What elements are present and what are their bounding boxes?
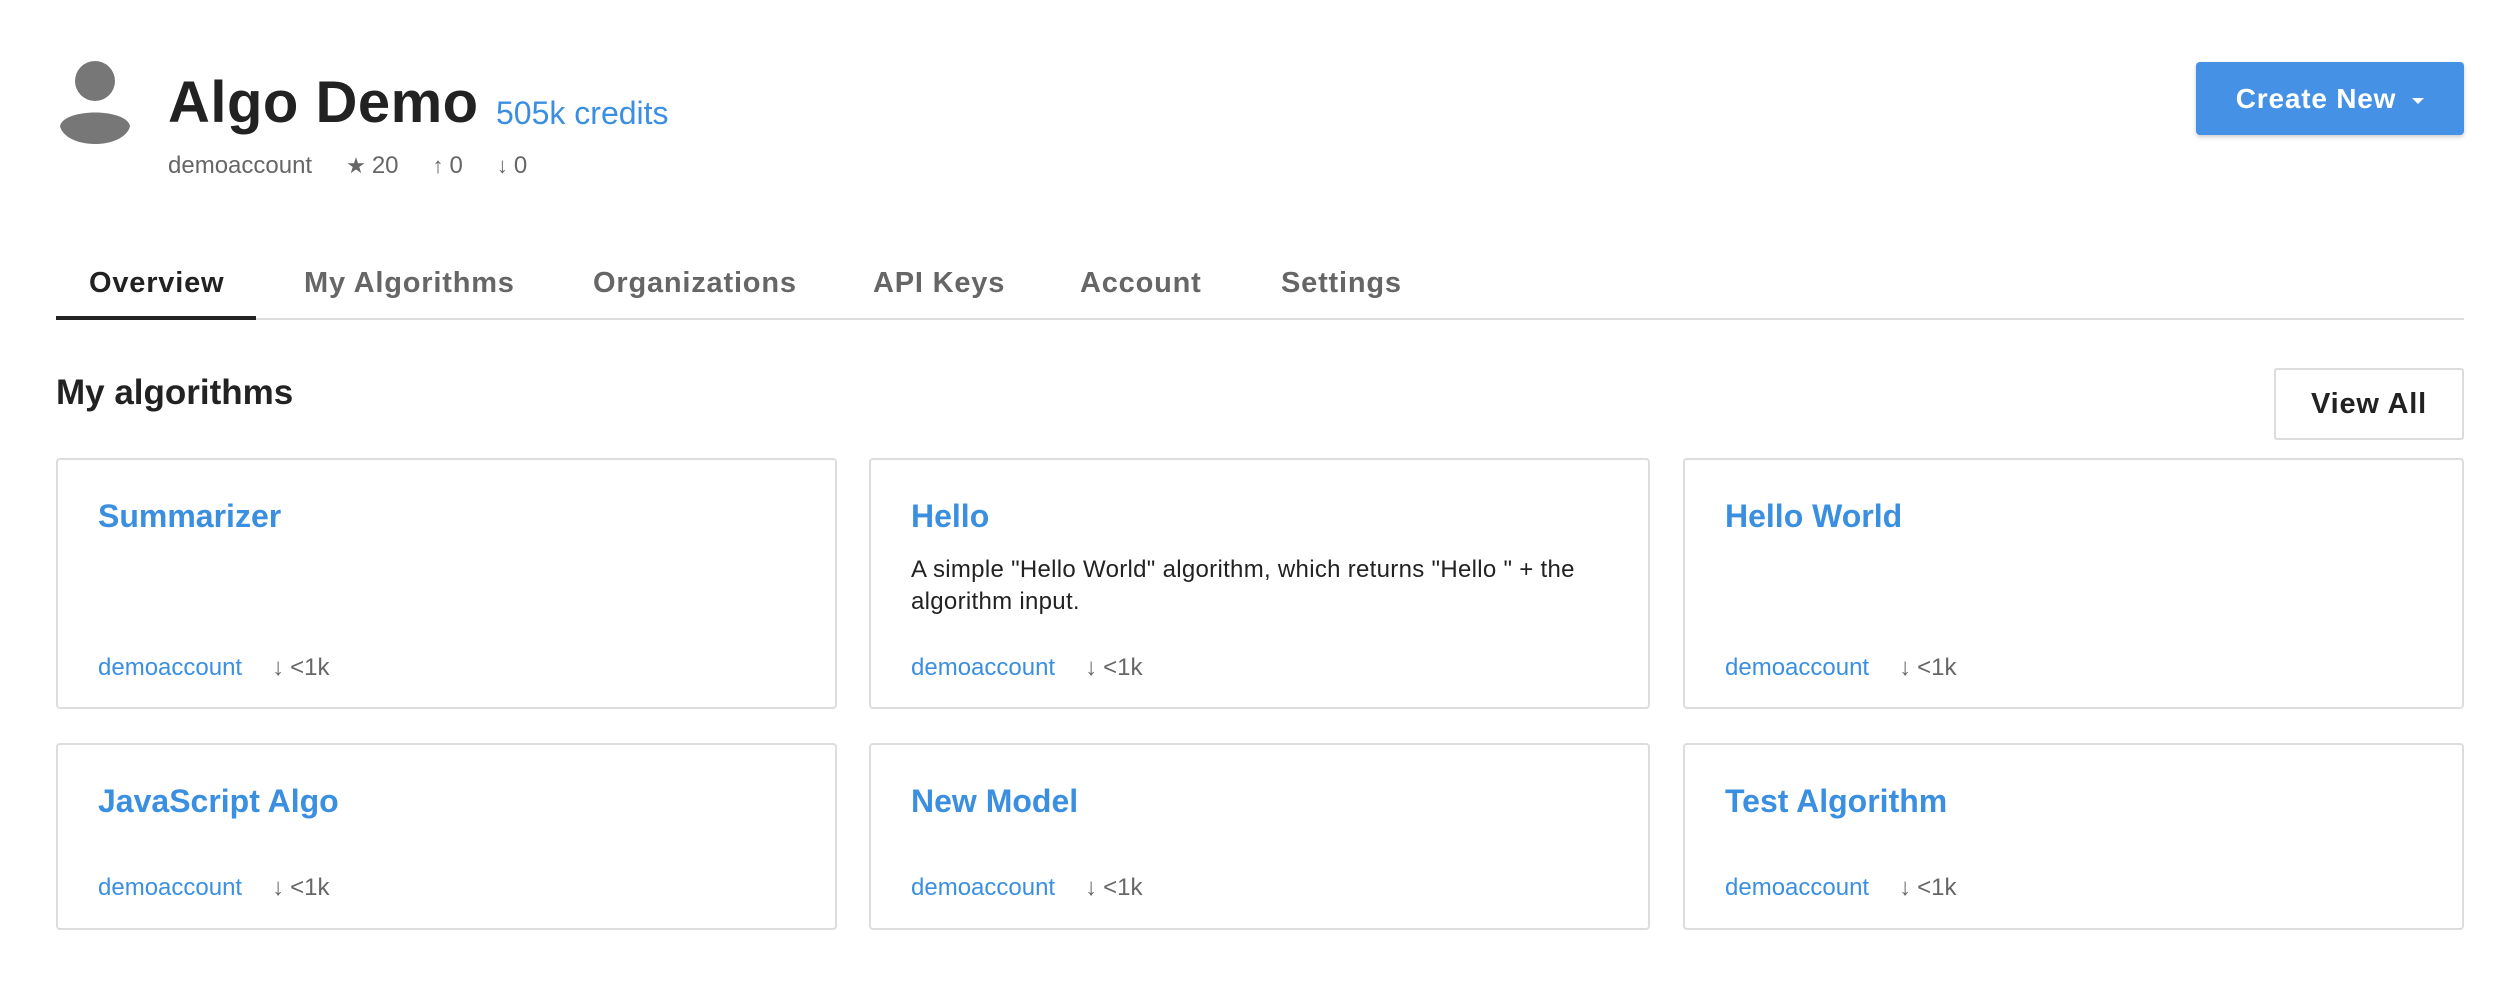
algorithm-footer: demoaccount ↓ <1k	[911, 652, 1142, 684]
algorithm-footer: demoaccount ↓ <1k	[1725, 652, 1956, 684]
algorithm-owner-link[interactable]: demoaccount	[98, 654, 242, 682]
caret-down-icon	[2412, 97, 2425, 104]
algorithm-calls: ↓ <1k	[1085, 874, 1142, 902]
arrow-down-icon: ↓	[1085, 874, 1098, 901]
algorithm-footer: demoaccount ↓ <1k	[98, 872, 329, 904]
section-title: My algorithms	[56, 373, 294, 412]
algorithm-description: A simple "Hello World" algorithm, which …	[911, 556, 1575, 615]
algorithm-card[interactable]: Hello A simple "Hello World" algorithm, …	[869, 458, 1650, 709]
tab-settings[interactable]: Settings	[1281, 254, 1402, 320]
profile-stats: demoaccount ★ 20 ↑ 0 ↓ 0	[168, 150, 561, 182]
arrow-up-icon: ↑	[432, 153, 444, 178]
algorithm-calls: ↓ <1k	[1899, 874, 1956, 902]
create-new-label: Create New	[2235, 82, 2397, 114]
algorithm-owner-link[interactable]: demoaccount	[98, 874, 242, 902]
username-label: demoaccount	[168, 152, 312, 180]
algorithm-calls: ↓ <1k	[1899, 654, 1956, 682]
tab-organizations[interactable]: Organizations	[593, 254, 797, 320]
algorithm-footer: demoaccount ↓ <1k	[98, 652, 329, 684]
tab-overview[interactable]: Overview	[89, 254, 224, 320]
following-count: 0	[513, 152, 528, 179]
username-text: demoaccount	[168, 152, 313, 179]
algorithm-card[interactable]: Test Algorithm demoaccount ↓ <1k	[1683, 743, 2464, 930]
algorithm-calls: ↓ <1k	[272, 874, 329, 902]
algorithm-calls-count: <1k	[290, 654, 330, 681]
followers-count: 0	[449, 152, 463, 179]
algorithm-calls: ↓ <1k	[1085, 654, 1142, 682]
algorithm-footer: demoaccount ↓ <1k	[911, 872, 1142, 904]
algorithm-card[interactable]: JavaScript Algo demoaccount ↓ <1k	[56, 743, 837, 930]
arrow-down-icon: ↓	[496, 153, 508, 178]
algorithm-title-link[interactable]: New Model	[911, 781, 1078, 821]
stars-stat: ★ 20	[346, 152, 398, 180]
algorithm-calls-count: <1k	[1103, 654, 1143, 681]
profile-page: Algo Demo 505k credits demoaccount ★ 20 …	[0, 0, 2516, 992]
tab-my-algorithms[interactable]: My Algorithms	[304, 254, 515, 320]
algorithm-title-link[interactable]: Summarizer	[98, 496, 281, 536]
algorithm-calls-count: <1k	[1103, 874, 1143, 901]
algorithm-calls-count: <1k	[1917, 874, 1957, 901]
algorithm-calls: ↓ <1k	[272, 654, 329, 682]
credits-link[interactable]: 505k credits	[496, 93, 669, 133]
profile-name: Algo Demo	[168, 70, 479, 135]
algorithm-calls-count: <1k	[290, 874, 330, 901]
algorithm-title-link[interactable]: Test Algorithm	[1725, 781, 1947, 821]
tab-bar: Overview My Algorithms Organizations API…	[56, 254, 2464, 320]
algorithm-footer: demoaccount ↓ <1k	[1725, 872, 1956, 904]
algorithm-title-link[interactable]: JavaScript Algo	[98, 781, 339, 821]
algorithm-card[interactable]: Summarizer demoaccount ↓ <1k	[56, 458, 837, 709]
algorithm-title-link[interactable]: Hello World	[1725, 496, 1902, 536]
tab-api-keys[interactable]: API Keys	[873, 254, 1005, 320]
algorithm-owner-link[interactable]: demoaccount	[1725, 654, 1869, 682]
active-tab-indicator	[56, 316, 256, 320]
arrow-down-icon: ↓	[1899, 874, 1912, 901]
followers-stat: ↑ 0	[433, 152, 463, 180]
algorithm-owner-link[interactable]: demoaccount	[1725, 874, 1869, 902]
view-all-button[interactable]: View All	[2274, 368, 2464, 440]
algorithm-owner-link[interactable]: demoaccount	[911, 654, 1055, 682]
arrow-down-icon: ↓	[1899, 654, 1912, 681]
algorithm-calls-count: <1k	[1917, 654, 1957, 681]
tab-account[interactable]: Account	[1080, 254, 1202, 320]
algorithm-title-link[interactable]: Hello	[911, 496, 989, 536]
stars-count: 20	[371, 152, 399, 179]
star-icon: ★	[346, 153, 366, 178]
following-stat: ↓ 0	[497, 152, 527, 180]
create-new-button[interactable]: Create New	[2196, 62, 2464, 135]
algorithm-owner-link[interactable]: demoaccount	[911, 874, 1055, 902]
arrow-down-icon: ↓	[1085, 654, 1098, 681]
arrow-down-icon: ↓	[272, 874, 285, 901]
algorithm-card[interactable]: Hello World demoaccount ↓ <1k	[1683, 458, 2464, 709]
arrow-down-icon: ↓	[272, 654, 285, 681]
user-avatar-icon	[58, 60, 132, 144]
algorithm-card[interactable]: New Model demoaccount ↓ <1k	[869, 743, 1650, 930]
